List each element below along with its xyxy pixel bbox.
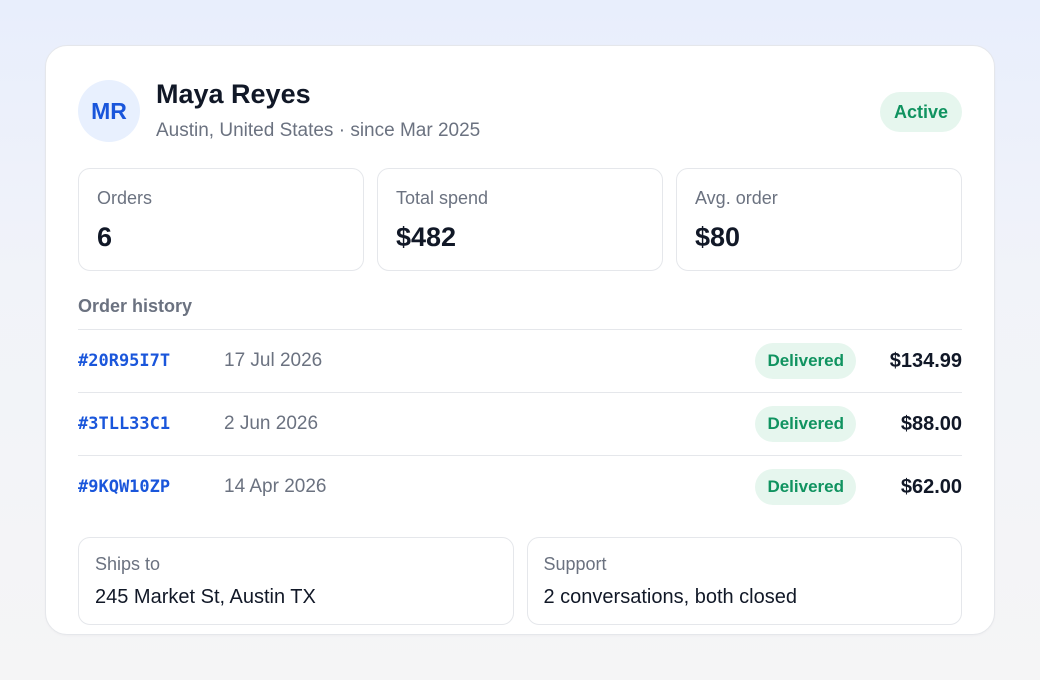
table-row[interactable]: #9KQW10ZP 14 Apr 2026 Delivered $62.00 <box>78 456 962 518</box>
avatar: MR <box>78 80 140 142</box>
status-badge: Active <box>879 92 962 132</box>
order-history-title: Order history <box>78 296 193 316</box>
order-date: 17 Jul 2026 <box>224 350 323 371</box>
order-amount: $88.00 <box>900 412 962 435</box>
info-row: Ships to 245 Market St, Austin TX Suppor… <box>78 537 962 625</box>
stat-total-spend: Total spend $482 <box>377 168 663 271</box>
customer-header: MR Maya Reyes Austin, United States · si… <box>78 79 962 144</box>
order-id-link[interactable]: #20R95I7T <box>78 351 224 371</box>
order-history-list: #20R95I7T 17 Jul 2026 Delivered $134.99 … <box>78 329 962 518</box>
table-row[interactable]: #20R95I7T 17 Jul 2026 Delivered $134.99 <box>78 330 962 393</box>
stat-orders: Orders 6 <box>78 168 364 271</box>
order-status-badge: Delivered <box>755 469 856 505</box>
support-summary: 2 conversations, both closed <box>543 586 798 608</box>
stats-row: Orders 6 Total spend $482 Avg. order $80 <box>78 168 962 271</box>
stat-value: $80 <box>695 222 741 252</box>
shipping-address: 245 Market St, Austin TX <box>95 586 316 608</box>
order-status-badge: Delivered <box>755 343 856 379</box>
customer-name: Maya Reyes <box>156 79 311 109</box>
stat-label: Total spend <box>396 188 489 208</box>
stat-value: $482 <box>396 222 457 252</box>
table-row[interactable]: #3TLL33C1 2 Jun 2026 Delivered $88.00 <box>78 393 962 456</box>
order-id-link[interactable]: #3TLL33C1 <box>78 414 224 434</box>
order-status-badge: Delivered <box>755 406 856 442</box>
order-amount: $134.99 <box>889 349 962 372</box>
info-label: Ships to <box>95 554 161 574</box>
order-date: 2 Jun 2026 <box>224 413 319 434</box>
order-date: 14 Apr 2026 <box>224 476 327 497</box>
order-id-link[interactable]: #9KQW10ZP <box>78 477 224 497</box>
ships-to-box: Ships to 245 Market St, Austin TX <box>78 537 514 625</box>
support-box: Support 2 conversations, both closed <box>526 537 962 625</box>
customer-location: Austin, United States · since Mar 2025 <box>156 120 481 141</box>
order-amount: $62.00 <box>900 475 962 498</box>
stat-avg-order: Avg. order $80 <box>676 168 962 271</box>
customer-identity: Maya Reyes Austin, United States · since… <box>156 79 480 142</box>
customer-card: MR Maya Reyes Austin, United States · si… <box>45 45 995 635</box>
stat-label: Orders <box>97 188 153 208</box>
info-label: Support <box>543 554 607 574</box>
stat-value: 6 <box>97 222 113 252</box>
stat-label: Avg. order <box>695 188 778 208</box>
